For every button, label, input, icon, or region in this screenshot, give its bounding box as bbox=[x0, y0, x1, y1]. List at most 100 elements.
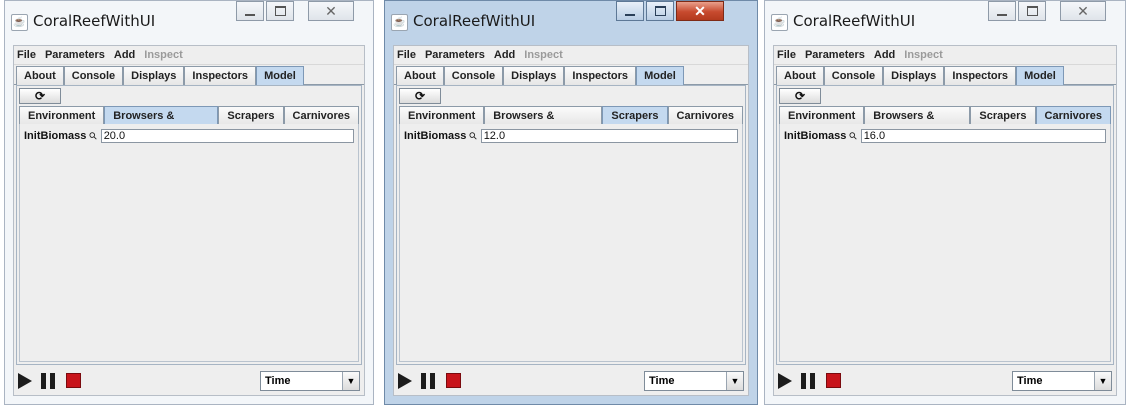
title-bar[interactable]: ☕ CoralReefWithUI ✕ bbox=[5, 1, 373, 44]
time-dropdown[interactable]: Time ▼ bbox=[260, 371, 360, 391]
menu-parameters[interactable]: Parameters bbox=[45, 49, 105, 61]
tab-browsers-grazers[interactable]: Browsers & Grazers bbox=[104, 106, 219, 136]
maximize-button[interactable] bbox=[266, 1, 294, 21]
chevron-down-icon[interactable]: ▼ bbox=[342, 372, 359, 390]
pause-icon[interactable] bbox=[421, 373, 436, 389]
tab-model[interactable]: Model bbox=[636, 66, 684, 85]
tab-carnivores[interactable]: Carnivores bbox=[1035, 106, 1111, 125]
pause-icon[interactable] bbox=[801, 373, 816, 389]
menu-file[interactable]: File bbox=[17, 49, 36, 61]
time-dropdown-value: Time bbox=[649, 375, 675, 387]
tab-scrapers[interactable]: Scrapers bbox=[602, 106, 668, 125]
model-panel: ⟳ Environment Browsers & Grazers Scraper… bbox=[16, 85, 362, 365]
play-icon[interactable] bbox=[18, 373, 32, 389]
wrench-icon[interactable]: ⚲ bbox=[88, 130, 101, 143]
tab-inspectors[interactable]: Inspectors bbox=[564, 66, 637, 85]
init-biomass-label: InitBiomass bbox=[404, 130, 467, 142]
menu-parameters[interactable]: Parameters bbox=[425, 49, 485, 61]
menu-parameters[interactable]: Parameters bbox=[805, 49, 865, 61]
wrench-icon[interactable]: ⚲ bbox=[848, 130, 861, 143]
tab-about[interactable]: About bbox=[776, 66, 824, 85]
tab-displays[interactable]: Displays bbox=[123, 66, 185, 85]
menu-file[interactable]: File bbox=[397, 49, 416, 61]
maximize-icon bbox=[654, 6, 666, 16]
wrench-icon[interactable]: ⚲ bbox=[468, 130, 481, 143]
close-button[interactable]: ✕ bbox=[676, 1, 724, 21]
menu-add[interactable]: Add bbox=[874, 49, 895, 61]
maximize-button[interactable] bbox=[646, 1, 674, 21]
title-bar[interactable]: ☕ CoralReefWithUI ✕ bbox=[385, 1, 757, 44]
menu-add[interactable]: Add bbox=[494, 49, 515, 61]
tab-carnivores[interactable]: Carnivores bbox=[667, 106, 743, 125]
close-icon: ✕ bbox=[325, 3, 337, 19]
tab-model[interactable]: Model bbox=[256, 66, 304, 85]
window-title: CoralReefWithUI bbox=[413, 12, 536, 30]
tab-displays[interactable]: Displays bbox=[883, 66, 945, 85]
species-tabs: Environment Browsers & Grazers Scrapers … bbox=[399, 106, 743, 136]
minimize-icon bbox=[625, 14, 635, 16]
tab-displays[interactable]: Displays bbox=[503, 66, 565, 85]
refresh-button[interactable]: ⟳ bbox=[399, 88, 441, 104]
play-icon[interactable] bbox=[398, 373, 412, 389]
minimize-button[interactable] bbox=[616, 1, 644, 21]
tab-carnivores[interactable]: Carnivores bbox=[283, 106, 359, 125]
chevron-down-icon[interactable]: ▼ bbox=[1094, 372, 1111, 390]
menu-bar: File Parameters Add Inspect bbox=[394, 46, 748, 65]
init-biomass-input[interactable] bbox=[100, 129, 354, 143]
menu-bar: File Parameters Add Inspect bbox=[774, 46, 1116, 65]
play-icon[interactable] bbox=[778, 373, 792, 389]
time-dropdown[interactable]: Time ▼ bbox=[1012, 371, 1112, 391]
tab-environment[interactable]: Environment bbox=[19, 106, 105, 125]
minimize-button[interactable] bbox=[988, 1, 1016, 21]
tab-console[interactable]: Console bbox=[823, 66, 884, 85]
tab-environment[interactable]: Environment bbox=[399, 106, 485, 125]
tab-inspectors[interactable]: Inspectors bbox=[944, 66, 1017, 85]
control-bar: Time ▼ bbox=[394, 367, 748, 395]
refresh-icon: ⟳ bbox=[414, 89, 426, 103]
menu-file[interactable]: File bbox=[777, 49, 796, 61]
main-tabs: About Console Displays Inspectors Model bbox=[14, 65, 364, 85]
main-tabs: About Console Displays Inspectors Model bbox=[394, 65, 748, 85]
tab-browsers-grazers[interactable]: Browsers & Grazers bbox=[864, 106, 971, 136]
stop-icon[interactable] bbox=[446, 373, 461, 388]
stop-icon[interactable] bbox=[66, 373, 81, 388]
minimize-icon bbox=[245, 14, 255, 16]
maximize-button[interactable] bbox=[1018, 1, 1046, 21]
tab-console[interactable]: Console bbox=[443, 66, 504, 85]
tab-browsers-grazers[interactable]: Browsers & Grazers bbox=[484, 106, 603, 136]
model-panel: ⟳ Environment Browsers & Grazers Scraper… bbox=[396, 85, 746, 365]
init-biomass-input[interactable] bbox=[860, 129, 1106, 143]
minimize-icon bbox=[997, 14, 1007, 16]
stop-icon[interactable] bbox=[826, 373, 841, 388]
window-middle: ☕ CoralReefWithUI ✕ File Parameters Add … bbox=[384, 0, 758, 405]
tab-console[interactable]: Console bbox=[63, 66, 124, 85]
tab-environment[interactable]: Environment bbox=[779, 106, 865, 125]
init-biomass-input[interactable] bbox=[480, 129, 738, 143]
close-button[interactable]: ✕ bbox=[308, 1, 354, 21]
minimize-button[interactable] bbox=[236, 1, 264, 21]
tab-inspectors[interactable]: Inspectors bbox=[184, 66, 257, 85]
tab-scrapers[interactable]: Scrapers bbox=[218, 106, 284, 125]
menu-inspect: Inspect bbox=[144, 49, 183, 61]
window-client: File Parameters Add Inspect About Consol… bbox=[13, 45, 365, 396]
model-panel: ⟳ Environment Browsers & Grazers Scraper… bbox=[776, 85, 1114, 365]
control-bar: Time ▼ bbox=[774, 367, 1116, 395]
tab-model[interactable]: Model bbox=[1016, 66, 1064, 85]
tab-scrapers[interactable]: Scrapers bbox=[970, 106, 1036, 125]
title-bar[interactable]: ☕ CoralReefWithUI ✕ bbox=[765, 1, 1125, 44]
refresh-button[interactable]: ⟳ bbox=[779, 88, 821, 104]
window-client: File Parameters Add Inspect About Consol… bbox=[773, 45, 1117, 396]
time-dropdown[interactable]: Time ▼ bbox=[644, 371, 744, 391]
pause-icon[interactable] bbox=[41, 373, 56, 389]
time-dropdown-value: Time bbox=[265, 375, 291, 387]
maximize-icon bbox=[274, 6, 286, 16]
refresh-button[interactable]: ⟳ bbox=[19, 88, 61, 104]
close-button[interactable]: ✕ bbox=[1060, 1, 1106, 21]
menu-add[interactable]: Add bbox=[114, 49, 135, 61]
tab-about[interactable]: About bbox=[396, 66, 444, 85]
maximize-icon bbox=[1026, 6, 1038, 16]
time-dropdown-value: Time bbox=[1017, 375, 1043, 387]
properties-pane: InitBiomass ⚲ bbox=[399, 124, 743, 362]
chevron-down-icon[interactable]: ▼ bbox=[726, 372, 743, 390]
tab-about[interactable]: About bbox=[16, 66, 64, 85]
